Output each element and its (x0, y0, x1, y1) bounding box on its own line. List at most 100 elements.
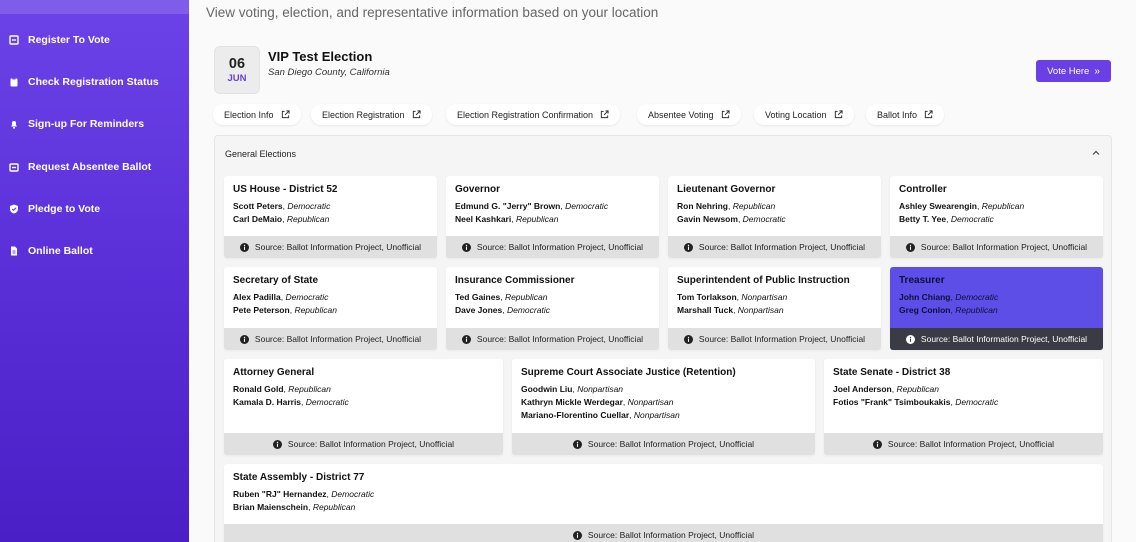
sidebar-item-check-registration[interactable]: Check Registration Status (8, 74, 159, 90)
mailbox-icon (8, 162, 19, 173)
info-icon (905, 334, 915, 344)
sidebar-item-pledge[interactable]: Pledge to Vote (8, 201, 100, 217)
info-icon (872, 439, 882, 449)
candidate: Carl DeMaio, Republican (233, 214, 330, 224)
candidate: Joel Anderson, Republican (833, 384, 939, 394)
source-footer: Source: Ballot Information Project, Unof… (668, 236, 881, 258)
candidate: Kathryn Mickle Werdegar, Nonpartisan (521, 397, 674, 407)
election-month: JUN (227, 73, 247, 84)
sidebar-item-label: Sign-up For Reminders (28, 118, 145, 130)
contest-card[interactable]: Secretary of State Alex Padilla, Democra… (224, 267, 437, 350)
contest-card[interactable]: Insurance Commissioner Ted Gaines, Repub… (446, 267, 659, 350)
candidate-name: Kathryn Mickle Werdegar (521, 397, 623, 407)
candidate: Pete Peterson, Republican (233, 305, 337, 315)
contest-card-highlighted[interactable]: Treasurer John Chiang, Democratic Greg C… (890, 267, 1103, 350)
candidate-party: Republican (515, 214, 559, 224)
source-text: Source: Ballot Information Project, Unof… (887, 439, 1055, 449)
source-text: Source: Ballot Information Project, Unof… (920, 334, 1088, 344)
candidate-party: Republican (896, 384, 939, 394)
sidebar-item-label: Online Ballot (28, 245, 93, 257)
candidate-name: Brian Maienschein (233, 502, 309, 512)
sidebar-item-online-ballot[interactable]: Online Ballot (8, 243, 93, 259)
candidate-name: Carl DeMaio (233, 214, 283, 224)
candidate-name: Scott Peters (233, 201, 283, 211)
link-registration-confirmation[interactable]: Election Registration Confirmation (446, 104, 621, 125)
contest-card[interactable]: Supreme Court Associate Justice (Retenti… (512, 359, 815, 455)
contest-card[interactable]: State Senate - District 38 Joel Anderson… (824, 359, 1103, 455)
info-icon (683, 334, 693, 344)
candidate: Betty T. Yee, Democratic (899, 214, 994, 224)
clipboard-icon (8, 77, 19, 88)
source-footer: Source: Ballot Information Project, Unof… (224, 328, 437, 350)
candidate-name: Ron Nehring (677, 201, 728, 211)
register-icon (8, 35, 19, 46)
contest-title: Insurance Commissioner (455, 275, 575, 286)
info-icon (905, 242, 915, 252)
candidate-party: Democratic (506, 305, 550, 315)
info-icon (572, 530, 582, 540)
candidate-name: Ted Gaines (455, 292, 501, 302)
contest-title: State Senate - District 38 (833, 367, 951, 378)
candidate-name: Betty T. Yee (899, 214, 947, 224)
vote-here-button[interactable]: Vote Here » (1036, 60, 1111, 82)
sidebar-item-reminders[interactable]: Sign-up For Reminders (8, 116, 144, 132)
source-footer: Source: Ballot Information Project, Unof… (224, 236, 437, 258)
candidate-party: Republican (955, 305, 998, 315)
candidate: Marshall Tuck, Nonpartisan (677, 305, 784, 315)
sidebar-item-register-to-vote[interactable]: Register To Vote (8, 32, 110, 48)
contest-title: Supreme Court Associate Justice (Retenti… (521, 367, 736, 378)
link-election-registration[interactable]: Election Registration (311, 104, 432, 125)
candidate-name: Mariano-Florentino Cuellar (521, 410, 630, 420)
candidate-party: Nonpartisan (741, 292, 788, 302)
external-link-icon (924, 110, 933, 119)
candidate: Scott Peters, Democratic (233, 201, 331, 211)
link-label: Ballot Info (877, 109, 918, 120)
contest-title: Secretary of State (233, 275, 319, 286)
sidebar: Register To Vote Check Registration Stat… (0, 0, 189, 542)
candidate-name: Kamala D. Harris (233, 397, 302, 407)
external-link-icon (600, 110, 609, 119)
external-link-icon (412, 110, 421, 119)
contest-card[interactable]: Lieutenant Governor Ron Nehring, Republi… (668, 176, 881, 258)
sidebar-item-home[interactable] (0, 0, 189, 14)
candidate-party: Republican (732, 201, 776, 211)
candidate: Ronald Gold, Republican (233, 384, 331, 394)
candidate: Brian Maienschein, Republican (233, 502, 356, 512)
candidate-name: Goodwin Liu (521, 384, 573, 394)
chevron-up-icon[interactable] (1091, 148, 1101, 158)
general-elections-panel: General Elections US House - District 52… (214, 135, 1112, 542)
contest-title: Controller (899, 184, 947, 195)
link-label: Absentee Voting (648, 109, 714, 120)
contest-card[interactable]: US House - District 52 Scott Peters, Dem… (224, 176, 437, 258)
link-absentee-voting[interactable]: Absentee Voting (637, 104, 741, 125)
sidebar-item-absentee-ballot[interactable]: Request Absentee Ballot (8, 159, 151, 175)
candidate-name: Gavin Newsom (677, 214, 738, 224)
link-election-info[interactable]: Election Info (213, 104, 301, 125)
contest-card[interactable]: Superintendent of Public Instruction Tom… (668, 267, 881, 350)
candidate-party: Nonpartisan (737, 305, 784, 315)
candidate: Dave Jones, Democratic (455, 305, 550, 315)
link-voting-location[interactable]: Voting Location (754, 104, 854, 125)
bell-icon (8, 119, 19, 130)
candidate: Ashley Swearengin, Republican (899, 201, 1025, 211)
external-link-icon (834, 110, 843, 119)
contest-card[interactable]: Governor Edmund G. "Jerry" Brown, Democr… (446, 176, 659, 258)
link-label: Election Registration (322, 109, 405, 120)
contest-card[interactable]: Controller Ashley Swearengin, Republican… (890, 176, 1103, 258)
link-label: Voting Location (765, 109, 827, 120)
candidate-name: Neel Kashkari (455, 214, 512, 224)
source-footer: Source: Ballot Information Project, Unof… (890, 236, 1103, 258)
link-ballot-info[interactable]: Ballot Info (866, 104, 945, 125)
candidate-party: Democratic (287, 201, 331, 211)
source-footer: Source: Ballot Information Project, Unof… (668, 328, 881, 350)
contest-title: US House - District 52 (233, 184, 338, 195)
candidate: Goodwin Liu, Nonpartisan (521, 384, 624, 394)
info-icon (461, 242, 471, 252)
contest-title: Lieutenant Governor (677, 184, 776, 195)
contest-card[interactable]: State Assembly - District 77 Ruben "RJ" … (224, 464, 1103, 542)
sidebar-item-label: Pledge to Vote (28, 203, 101, 215)
candidate: Mariano-Florentino Cuellar, Nonpartisan (521, 410, 680, 420)
contest-card[interactable]: Attorney General Ronald Gold, Republican… (224, 359, 503, 455)
candidate: Greg Conlon, Republican (899, 305, 998, 315)
candidate-name: Alex Padilla (233, 292, 281, 302)
